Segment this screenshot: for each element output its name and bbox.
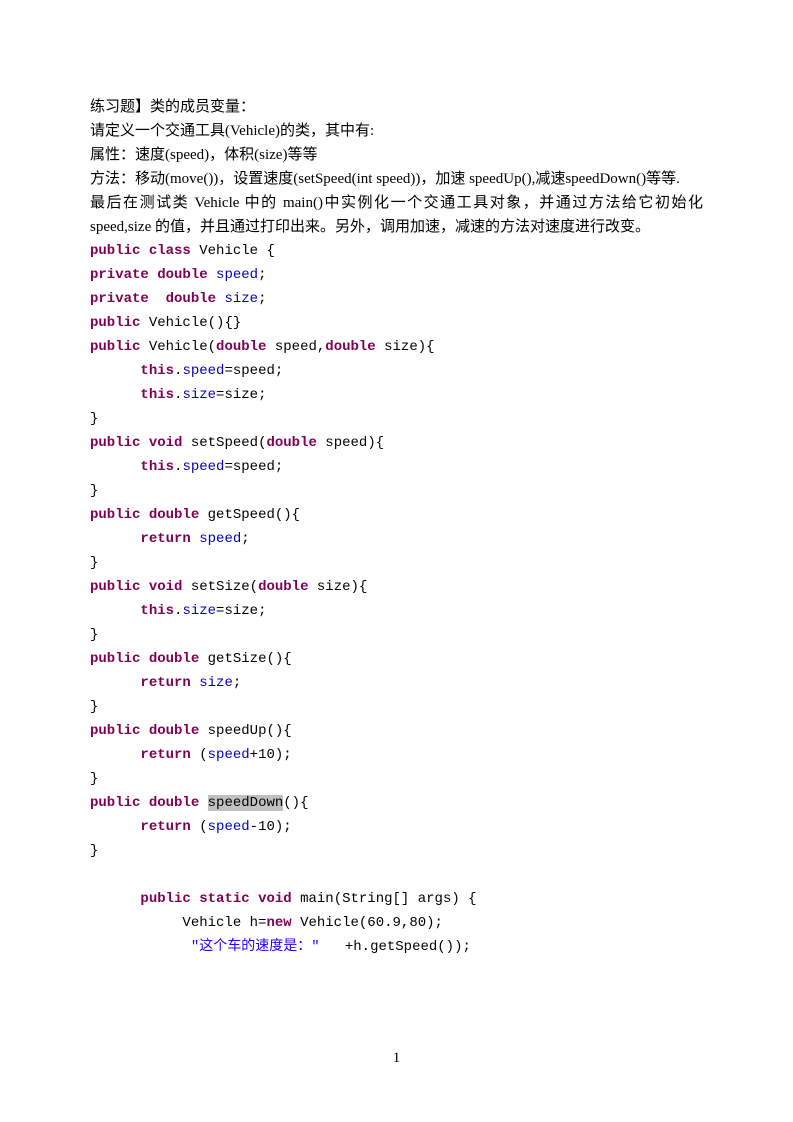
field-size: size xyxy=(224,291,258,307)
param-speed: speed xyxy=(275,339,317,355)
field-size: size xyxy=(182,387,216,403)
kw-double: double xyxy=(325,339,375,355)
call-getSpeed: getSpeed xyxy=(370,939,437,955)
literal-609: 60.9 xyxy=(367,915,401,931)
kw-private: private xyxy=(90,291,149,307)
kw-double: double xyxy=(149,651,199,667)
param-size: size xyxy=(224,387,258,403)
kw-static: static xyxy=(199,891,249,907)
page-number: 1 xyxy=(0,1050,793,1067)
kw-public: public xyxy=(140,891,190,907)
kw-public: public xyxy=(90,579,140,595)
prose-line: 方法：移动(move())，设置速度(setSpeed(int speed))，… xyxy=(90,167,703,191)
kw-public: public xyxy=(90,243,140,259)
param-speed: speed xyxy=(233,363,275,379)
literal-80: 80 xyxy=(409,915,426,931)
method-speedDown: speedDown xyxy=(208,795,284,811)
kw-this: this xyxy=(140,603,174,619)
prose-line: 请定义一个交通工具(Vehicle)的类，其中有: xyxy=(90,119,703,143)
kw-double: double xyxy=(157,267,207,283)
kw-double: double xyxy=(149,723,199,739)
method-getSpeed: getSpeed xyxy=(208,507,275,523)
field-size: size xyxy=(199,675,233,691)
field-speed: speed xyxy=(182,459,224,475)
literal-plus10: +10 xyxy=(250,747,275,763)
kw-this: this xyxy=(140,459,174,475)
literal-minus10: -10 xyxy=(250,819,275,835)
kw-private: private xyxy=(90,267,149,283)
prose-line: 最后在测试类 Vehicle 中的 main()中实例化一个交通工具对象，并通过… xyxy=(90,191,703,239)
method-main: main xyxy=(300,891,334,907)
param-speed: speed xyxy=(325,435,367,451)
kw-this: this xyxy=(140,387,174,403)
kw-public: public xyxy=(90,651,140,667)
ctor-name: Vehicle xyxy=(149,339,208,355)
method-setSpeed: setSpeed xyxy=(191,435,258,451)
type-Vehicle: Vehicle xyxy=(182,915,241,931)
kw-public: public xyxy=(90,435,140,451)
param-size: size xyxy=(317,579,351,595)
kw-public: public xyxy=(90,315,140,331)
method-setSize: setSize xyxy=(191,579,250,595)
method-speedUp: speedUp xyxy=(208,723,267,739)
kw-double: double xyxy=(149,795,199,811)
method-getSize: getSize xyxy=(208,651,267,667)
kw-new: new xyxy=(266,915,291,931)
kw-class: class xyxy=(149,243,191,259)
kw-public: public xyxy=(90,723,140,739)
ctor-name: Vehicle xyxy=(149,315,208,331)
param-speed: speed xyxy=(233,459,275,475)
kw-double: double xyxy=(258,579,308,595)
string-literal: "这个车的速度是：" xyxy=(191,939,320,955)
param-args: args xyxy=(418,891,452,907)
kw-void: void xyxy=(149,579,183,595)
field-speed: speed xyxy=(216,267,258,283)
code-block: public class Vehicle { private double sp… xyxy=(90,239,703,959)
field-speed: speed xyxy=(208,747,250,763)
kw-void: void xyxy=(149,435,183,451)
kw-return: return xyxy=(140,819,190,835)
class-name: Vehicle xyxy=(199,243,258,259)
kw-double: double xyxy=(216,339,266,355)
kw-double: double xyxy=(266,435,316,451)
field-speed: speed xyxy=(199,531,241,547)
problem-statement: 练习题】类的成员变量： 请定义一个交通工具(Vehicle)的类，其中有: 属性… xyxy=(90,95,703,239)
kw-double: double xyxy=(166,291,216,307)
kw-return: return xyxy=(140,531,190,547)
type-String: String xyxy=(342,891,392,907)
kw-double: double xyxy=(149,507,199,523)
var-h: h xyxy=(250,915,258,931)
kw-public: public xyxy=(90,795,140,811)
field-speed: speed xyxy=(182,363,224,379)
field-size: size xyxy=(182,603,216,619)
kw-public: public xyxy=(90,507,140,523)
ctor-call: Vehicle xyxy=(300,915,359,931)
field-speed: speed xyxy=(208,819,250,835)
kw-public: public xyxy=(90,339,140,355)
prose-line: 属性：速度(speed)，体积(size)等等 xyxy=(90,143,703,167)
prose-line: 练习题】类的成员变量： xyxy=(90,95,703,119)
kw-this: this xyxy=(140,363,174,379)
param-size: size xyxy=(384,339,418,355)
var-h: h xyxy=(353,939,361,955)
kw-return: return xyxy=(140,747,190,763)
param-size: size xyxy=(224,603,258,619)
kw-void: void xyxy=(258,891,292,907)
kw-return: return xyxy=(140,675,190,691)
